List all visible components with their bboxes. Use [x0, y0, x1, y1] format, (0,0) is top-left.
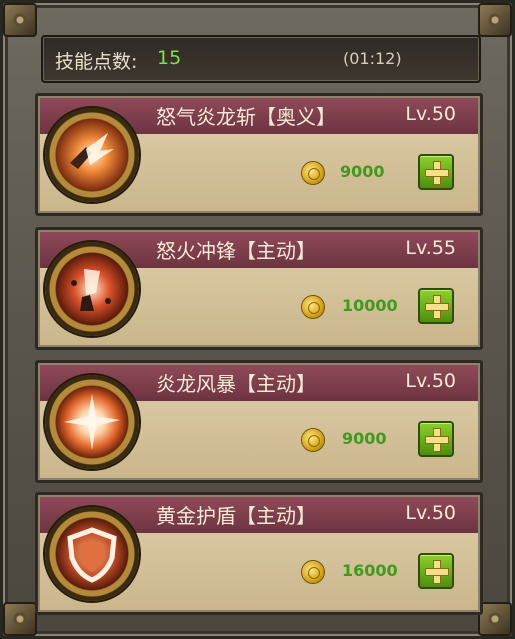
- skill-points-timer: (01:12): [343, 49, 402, 68]
- skill-name: 黄金护盾【主动】: [156, 504, 316, 528]
- upgrade-plus-button[interactable]: [418, 154, 454, 190]
- skill-points-label: 技能点数:: [55, 51, 138, 73]
- skill-level: Lv.55: [405, 237, 456, 259]
- skill-upgrade-cost: 10000: [342, 296, 398, 315]
- skill-name: 怒火冲锋【主动】: [156, 239, 316, 263]
- skill-upgrade-cost: 9000: [340, 162, 385, 181]
- dragon-storm-icon[interactable]: [45, 375, 139, 469]
- corner-ornament: [3, 3, 37, 37]
- upgrade-plus-button[interactable]: [418, 421, 454, 457]
- skill-points-bar: 技能点数: 15 (01:12): [41, 35, 481, 83]
- rage-charge-icon[interactable]: [45, 242, 139, 336]
- corner-ornament: [478, 602, 512, 636]
- skill-level: Lv.50: [405, 103, 456, 125]
- corner-ornament: [3, 602, 37, 636]
- dragon-slash-icon[interactable]: [45, 108, 139, 202]
- skill-level: Lv.50: [405, 370, 456, 392]
- skill-card: 怒气炎龙斩【奥义】 Lv.50 9000: [35, 93, 483, 216]
- corner-ornament: [478, 3, 512, 37]
- skill-card: 怒火冲锋【主动】 Lv.55 10000: [35, 227, 483, 350]
- gold-coin-icon: [302, 429, 324, 451]
- skill-upgrade-cost: 16000: [342, 561, 398, 580]
- upgrade-plus-button[interactable]: [418, 288, 454, 324]
- gold-coin-icon: [302, 296, 324, 318]
- gold-coin-icon: [302, 162, 324, 184]
- skill-upgrade-cost: 9000: [342, 429, 387, 448]
- skill-card: 黄金护盾【主动】 Lv.50 16000: [35, 492, 483, 615]
- upgrade-plus-button[interactable]: [418, 553, 454, 589]
- gold-coin-icon: [302, 561, 324, 583]
- golden-shield-icon[interactable]: [45, 507, 139, 601]
- skill-level: Lv.50: [405, 502, 456, 524]
- skill-card: 炎龙风暴【主动】 Lv.50 9000: [35, 360, 483, 483]
- skill-points-value: 15: [157, 47, 182, 69]
- skill-name: 炎龙风暴【主动】: [156, 372, 316, 396]
- skill-panel: 技能点数: 15 (01:12) 怒气炎龙斩【奥义】 Lv.50 9000 怒火…: [0, 0, 515, 639]
- skill-name: 怒气炎龙斩【奥义】: [156, 105, 336, 129]
